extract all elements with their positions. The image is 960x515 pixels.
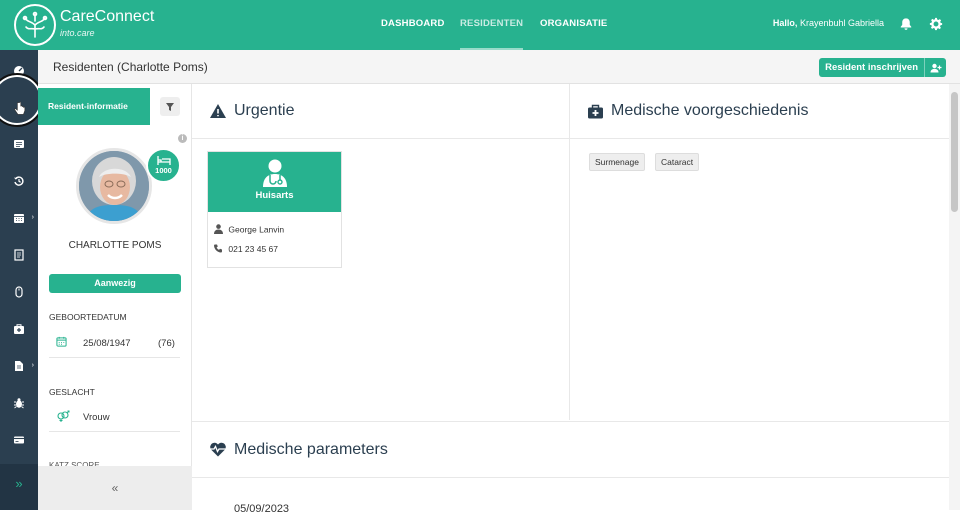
medkit-icon <box>588 104 603 118</box>
logo-tree-icon <box>22 11 48 38</box>
sidebar-item-files[interactable]: › <box>0 348 38 384</box>
nav-residenten[interactable]: RESIDENTEN <box>460 0 524 50</box>
birthdate-row: 25/08/1947 (76) <box>49 328 180 358</box>
filter-icon <box>166 102 174 111</box>
sidebar-item-card[interactable] <box>0 422 38 458</box>
mouse-icon <box>15 286 23 298</box>
scrollbar[interactable] <box>949 84 960 510</box>
chevron-right-icon: › <box>31 214 34 221</box>
gp-name: George Lanvin <box>228 224 285 235</box>
room-badge: 1000 <box>146 148 181 183</box>
gear-icon[interactable] <box>929 17 943 31</box>
urgency-title: Urgentie <box>234 102 295 119</box>
page-title: Residenten (Charlotte Poms) <box>53 60 208 74</box>
brand-name: CareConnect <box>60 8 155 25</box>
bug-icon <box>14 398 24 409</box>
warning-icon <box>210 104 226 118</box>
scrollbar-thumb[interactable] <box>951 92 958 212</box>
file-icon <box>15 361 23 371</box>
sidebar-item-bugs[interactable] <box>0 385 38 421</box>
urgency-header: Urgentie <box>192 84 569 139</box>
nav-organisatie[interactable]: ORGANISATIE <box>540 0 607 50</box>
resident-photo <box>79 151 149 221</box>
sidebar-expand-button[interactable]: » <box>0 464 38 510</box>
gp-phone-row: 021 23 45 67 <box>214 244 278 255</box>
user-icon <box>214 224 223 234</box>
sidebar-item-medkit[interactable] <box>0 311 38 347</box>
gp-name-row: George Lanvin <box>214 224 284 236</box>
sidebar-item-history[interactable] <box>0 163 38 199</box>
room-number: 1000 <box>155 166 172 175</box>
collapse-panel-button[interactable]: « <box>38 466 192 510</box>
gp-card-title: Huisarts <box>255 190 294 201</box>
doctor-icon <box>262 159 287 187</box>
resident-avatar <box>76 148 152 224</box>
history-tag: Cataract <box>655 153 700 171</box>
gender-value: Vrouw <box>83 412 110 423</box>
gp-card-header: Huisarts <box>208 152 341 212</box>
notes-icon <box>14 249 24 261</box>
gender-label: GESLACHT <box>49 387 95 397</box>
page-header: Residenten (Charlotte Poms) Resident ins… <box>38 50 960 84</box>
parameters-header: Medische parameters <box>192 421 949 478</box>
status-badge[interactable]: Aanwezig <box>49 274 181 293</box>
gp-phone[interactable]: 021 23 45 67 <box>228 244 278 254</box>
gender-row: Vrouw <box>49 402 180 432</box>
gp-contact-card[interactable]: Huisarts George Lanvin 021 23 45 67 <box>207 151 342 268</box>
heartbeat-icon <box>210 442 226 457</box>
history-title: Medische voorgeschiedenis <box>611 102 809 119</box>
tab-resident-info[interactable]: Resident-informatie <box>38 88 150 125</box>
list-icon <box>14 140 24 148</box>
filter-button[interactable] <box>160 97 180 116</box>
age-value: (76) <box>158 338 175 349</box>
parameters-date: 05/09/2023 <box>234 503 290 515</box>
history-header: Medische voorgeschiedenis <box>570 84 949 139</box>
calendar-icon <box>56 336 67 347</box>
bed-icon <box>156 156 171 165</box>
history-tag: Surmenage <box>589 153 645 171</box>
birthdate-label: GEBOORTEDATUM <box>49 312 127 322</box>
top-bar: CareConnect into.care DASHBOARD RESIDENT… <box>0 0 960 50</box>
user-greeting[interactable]: Hallo, Krayenbuhl Gabriella <box>773 18 884 28</box>
card-icon <box>14 436 24 444</box>
medkit-icon <box>14 324 24 334</box>
user-name: Krayenbuhl Gabriella <box>799 18 884 28</box>
calendar-icon <box>14 214 24 223</box>
bell-icon[interactable] <box>899 17 913 31</box>
info-icon[interactable]: i <box>178 134 187 143</box>
greeting-prefix: Hallo, <box>772 18 798 28</box>
enroll-resident-button[interactable]: Resident inschrijven <box>819 58 946 77</box>
nav-dashboard[interactable]: DASHBOARD <box>381 0 445 50</box>
sidebar-item-calendar[interactable]: › <box>0 200 38 236</box>
enroll-resident-label: Resident inschrijven <box>825 62 918 73</box>
parameters-title: Medische parameters <box>234 440 388 458</box>
user-plus-icon <box>924 58 946 77</box>
chevron-right-icon: › <box>31 362 34 369</box>
history-icon <box>14 176 24 186</box>
brand-subtitle: into.care <box>60 28 95 38</box>
birthdate-value: 25/08/1947 <box>83 338 131 349</box>
gender-icon <box>57 410 70 422</box>
resident-info-panel: Resident-informatie i 1000 CHARLOTTE POM… <box>38 84 192 510</box>
main-content: Urgentie Medische voorgeschiedenis Huisa… <box>192 84 949 515</box>
sidebar-item-notes[interactable] <box>0 237 38 273</box>
phone-icon <box>214 244 222 253</box>
sidebar-item-mouse[interactable] <box>0 274 38 310</box>
sidebar-item-list[interactable] <box>0 126 38 162</box>
logo[interactable] <box>14 4 56 46</box>
resident-name: CHARLOTTE POMS <box>68 240 162 251</box>
